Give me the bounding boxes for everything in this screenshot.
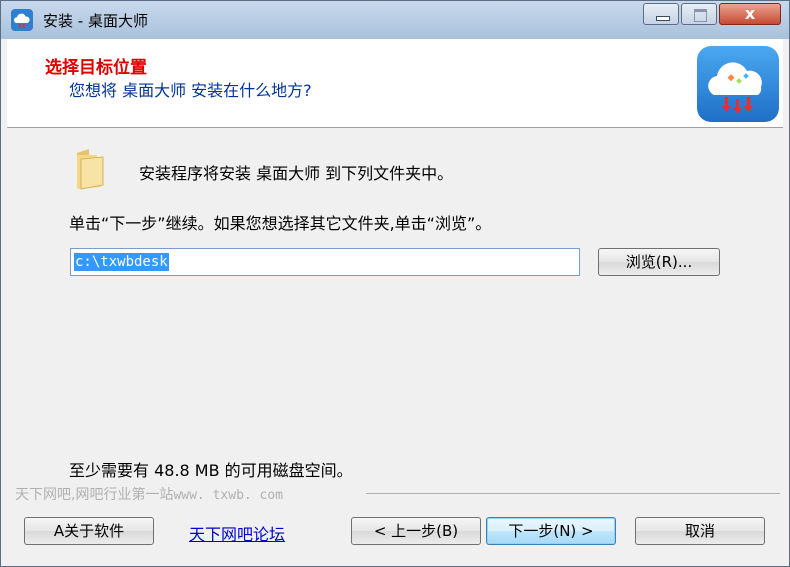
install-path-value: c:\txwbdesk bbox=[74, 253, 169, 271]
wizard-header: 选择目标位置 您想将 桌面大师 安装在什么地方? bbox=[7, 39, 783, 128]
close-icon: x bbox=[744, 4, 756, 23]
continue-instruction: 单击“下一步”继续。如果您想选择其它文件夹,单击“浏览”。 bbox=[69, 214, 492, 233]
about-software-button[interactable]: A关于软件 bbox=[24, 517, 154, 545]
installer-window: 安装 - 桌面大师 x 选择目标位置 您想将 桌面大师 安装在什么地方? 安装程… bbox=[0, 0, 790, 567]
maximize-button[interactable] bbox=[681, 3, 717, 25]
app-cloud-icon bbox=[11, 9, 33, 31]
forum-link[interactable]: 天下网吧论坛 bbox=[189, 521, 285, 545]
cloud-download-logo-icon bbox=[697, 46, 779, 122]
footer-divider bbox=[366, 493, 780, 494]
window-controls: x bbox=[643, 3, 781, 25]
window-title: 安装 - 桌面大师 bbox=[43, 12, 148, 30]
folder-icon bbox=[77, 149, 104, 190]
title-bar[interactable]: 安装 - 桌面大师 x bbox=[1, 1, 789, 39]
close-button[interactable]: x bbox=[719, 3, 781, 25]
page-subtitle: 您想将 桌面大师 安装在什么地方? bbox=[69, 81, 312, 100]
watermark-url: www. txwb. com bbox=[173, 488, 284, 503]
page-title: 选择目标位置 bbox=[45, 58, 147, 78]
install-location-message: 安装程序将安装 桌面大师 到下列文件夹中。 bbox=[139, 164, 454, 183]
watermark-text: 天下网吧,网吧行业第一站www. txwb. com bbox=[15, 484, 283, 504]
watermark-label: 天下网吧,网吧行业第一站 bbox=[15, 487, 174, 503]
next-button[interactable]: 下一步(N) > bbox=[486, 517, 616, 545]
browse-button[interactable]: 浏览(R)... bbox=[598, 248, 720, 276]
install-path-input[interactable]: c:\txwbdesk bbox=[70, 248, 580, 276]
cancel-button[interactable]: 取消 bbox=[635, 517, 765, 545]
disk-space-requirement: 至少需要有 48.8 MB 的可用磁盘空间。 bbox=[69, 461, 353, 480]
back-button[interactable]: < 上一步(B) bbox=[351, 517, 481, 545]
minimize-button[interactable] bbox=[643, 3, 679, 25]
